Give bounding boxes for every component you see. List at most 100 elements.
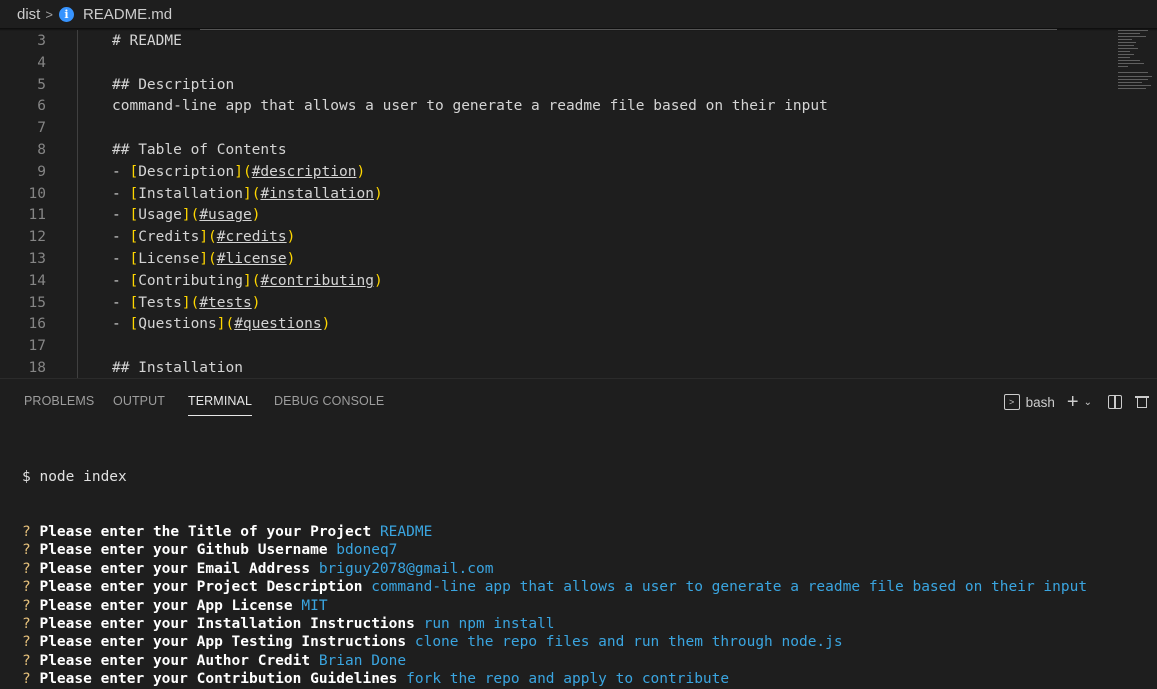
line-number: 17 <box>28 338 46 355</box>
minimap[interactable] <box>1118 30 1154 100</box>
line-number: 10 <box>28 185 46 202</box>
code-line[interactable]: 10 - [Installation](#installation) <box>0 183 1100 205</box>
trash-icon[interactable] <box>1135 395 1149 409</box>
minimap-line <box>1118 76 1152 77</box>
code-token: - <box>112 229 130 246</box>
prompt-symbol: ? <box>22 634 31 651</box>
breadcrumb: dist > i README.md <box>0 0 1157 28</box>
minimap-line <box>1118 54 1134 55</box>
prompt-symbol: ? <box>22 560 31 577</box>
minimap-line <box>1118 48 1138 49</box>
line-number: 16 <box>28 316 46 333</box>
code-token: ## Description <box>112 76 235 93</box>
line-number: 13 <box>28 251 46 267</box>
minimap-line <box>1118 57 1130 58</box>
new-terminal-icon[interactable]: + <box>1067 392 1079 412</box>
line-number: 12 <box>28 229 46 246</box>
terminal-line: ? Please enter your Project Description … <box>22 578 1087 596</box>
code-token: Usage <box>138 207 182 224</box>
code-token: ) <box>321 316 331 333</box>
breadcrumb-folder[interactable]: dist <box>17 6 40 23</box>
prompt-symbol: ? <box>22 524 31 541</box>
minimap-line <box>1118 88 1146 89</box>
line-number: 5 <box>37 76 46 93</box>
prompt-answer: fork the repo and apply to contribute <box>406 671 730 688</box>
anchor-link: #credits <box>216 229 287 246</box>
code-editor[interactable]: 3 # README 4 5 ## Description 6 command-line a… <box>0 30 1157 378</box>
code-token: ]( <box>242 272 261 289</box>
breadcrumb-file[interactable]: README.md <box>83 6 172 23</box>
line-number: 15 <box>28 294 46 311</box>
code-token: - <box>112 294 130 311</box>
tab-terminal[interactable]: TERMINAL <box>188 394 253 416</box>
tab-output[interactable]: OUTPUT <box>113 394 165 408</box>
code-line[interactable]: 17 <box>0 335 1100 357</box>
code-token: ## Table of Contents <box>112 142 287 158</box>
tab-debug-console[interactable]: DEBUG CONSOLE <box>274 394 384 408</box>
anchor-link: #installation <box>260 185 374 202</box>
line-content: ## Description <box>112 74 234 96</box>
prompt-answer: briguy2078@gmail.com <box>318 560 494 577</box>
code-line[interactable]: 9 - [Description](#description) <box>0 161 1100 183</box>
terminal-line: ? Please enter your Email Address briguy… <box>22 560 1087 578</box>
terminal-icon[interactable]: > <box>1003 394 1020 410</box>
code-token: ## Installation <box>112 360 243 376</box>
split-terminal-icon[interactable] <box>1108 395 1122 409</box>
code-line[interactable]: 16 - [Questions](#questions) <box>0 313 1100 335</box>
code-token: - <box>112 272 130 289</box>
code-line[interactable]: 4 <box>0 52 1100 74</box>
line-content: - [Questions](#questions) <box>112 313 330 335</box>
prompt-question: Please enter your Contribution Guideline… <box>39 671 398 688</box>
breadcrumb-separator: > <box>45 6 53 22</box>
prompt-symbol: ? <box>22 542 31 559</box>
chevron-down-icon[interactable]: ⌄ <box>1084 397 1092 408</box>
code-token: License <box>138 251 200 267</box>
code-line[interactable]: 7 <box>0 117 1100 139</box>
terminal-output[interactable]: $ node index ? Please enter the Title of… <box>22 431 1087 689</box>
terminal-line: ? Please enter your Author Credit Brian … <box>22 652 1087 670</box>
code-token: [ <box>129 185 139 202</box>
line-content: - [Contributing](#contributing) <box>112 270 383 292</box>
prompt-question: Please enter your Installation Instructi… <box>39 616 415 633</box>
code-token: ) <box>373 272 383 289</box>
code-line[interactable]: 12 - [Credits](#credits) <box>0 226 1100 248</box>
code-line[interactable]: 3 # README <box>0 30 1100 52</box>
minimap-line <box>1118 82 1142 83</box>
minimap-line <box>1118 51 1130 52</box>
code-line[interactable]: 5 ## Description <box>0 74 1100 96</box>
code-token: ) <box>286 229 296 246</box>
code-line[interactable]: 8 ## Table of Contents <box>0 139 1100 161</box>
minimap-line <box>1118 60 1140 61</box>
anchor-link: #license <box>216 251 287 267</box>
code-token: [ <box>129 251 139 267</box>
code-token: ) <box>356 163 366 180</box>
code-token: - <box>112 207 130 224</box>
code-line[interactable]: 13 - [License](#license) <box>0 248 1100 270</box>
code-token: ]( <box>181 294 200 311</box>
code-line[interactable]: 11 - [Usage](#usage) <box>0 204 1100 226</box>
prompt-answer: bdoneq7 <box>336 542 398 559</box>
prompt-question: Please enter your Github Username <box>39 542 328 559</box>
minimap-line <box>1118 30 1148 31</box>
minimap-line <box>1118 45 1134 46</box>
line-number: 7 <box>37 120 46 137</box>
code-token: [ <box>129 272 139 289</box>
code-line[interactable]: 18 ## Installation <box>0 357 1100 378</box>
minimap-line <box>1118 79 1148 80</box>
tab-problems[interactable]: PROBLEMS <box>24 394 94 408</box>
prompt-answer: README <box>379 524 433 541</box>
line-content: - [Tests](#tests) <box>112 292 260 314</box>
code-token: Description <box>138 163 235 180</box>
panel-tabs: PROBLEMS OUTPUT TERMINAL DEBUG CONSOLE >… <box>0 379 1157 423</box>
code-line[interactable]: 6 command-line app that allows a user to … <box>0 95 1100 117</box>
code-line[interactable]: 14 - [Contributing](#contributing) <box>0 270 1100 292</box>
prompt-answer: command-line app that allows a user to g… <box>371 579 1088 596</box>
shell-label[interactable]: bash <box>1026 395 1055 410</box>
code-line[interactable]: 15 - [Tests](#tests) <box>0 292 1100 314</box>
code-token: Tests <box>138 294 182 311</box>
code-token: [ <box>129 316 139 333</box>
anchor-link: #tests <box>199 294 252 311</box>
line-content: - [Description](#description) <box>112 161 365 183</box>
anchor-link: #questions <box>234 316 322 333</box>
code-token: # README <box>112 33 182 49</box>
